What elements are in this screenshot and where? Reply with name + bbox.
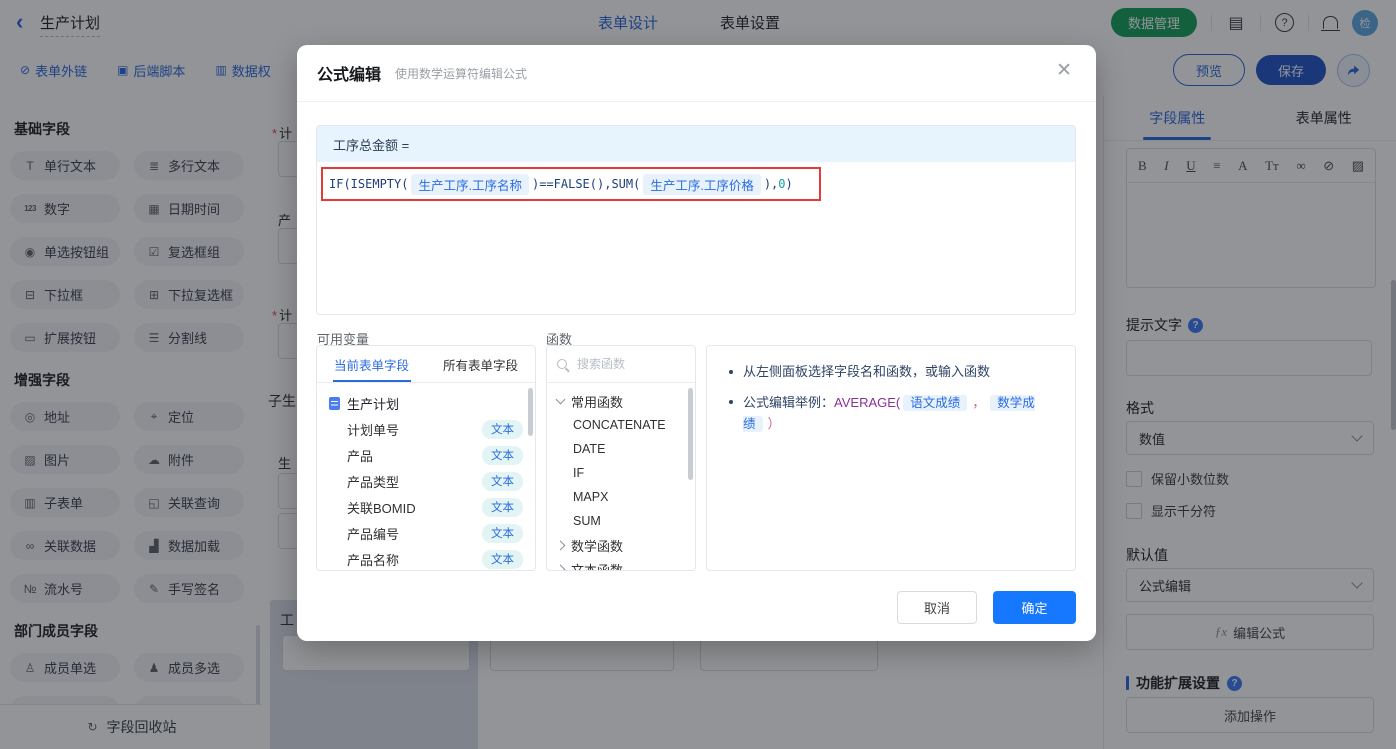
- function-item[interactable]: MAPX: [547, 485, 695, 509]
- formula-token: ）: [767, 416, 781, 431]
- variable-root-label: 生产计划: [347, 396, 400, 412]
- function-group[interactable]: 数学函数: [547, 533, 695, 557]
- field-chip[interactable]: 语文成绩: [903, 395, 968, 411]
- formula-token: ),: [763, 177, 779, 191]
- function-item[interactable]: DATE: [547, 437, 695, 461]
- variable-row[interactable]: 计划单号 文本: [317, 416, 535, 442]
- modal-subtitle: 使用数学运算符编辑公式: [395, 66, 528, 81]
- field-type-badge: 文本: [482, 523, 523, 543]
- modal-title: 公式编辑: [317, 67, 382, 84]
- formula-annotation-box: IF(ISEMPTY(生产工序.工序名称)==FALSE(),SUM(生产工序.…: [321, 167, 821, 201]
- chevron-icon: [555, 394, 566, 405]
- variables-scrollbar-thumb[interactable]: [528, 388, 533, 436]
- function-item[interactable]: SUM: [547, 509, 695, 533]
- formula-token: IF(ISEMPTY(: [329, 177, 409, 191]
- variable-root-node[interactable]: 生产计划: [317, 390, 535, 416]
- function-group[interactable]: 常用函数: [547, 389, 695, 413]
- search-icon: [557, 359, 567, 369]
- function-item[interactable]: IF: [547, 461, 695, 485]
- variable-row[interactable]: 产品名称 文本: [317, 546, 535, 570]
- formula-target-bar: 工序总金额 =: [317, 126, 1075, 162]
- variable-row[interactable]: 产品类型 文本: [317, 468, 535, 494]
- formula-token: )==FALSE(),SUM(: [531, 177, 641, 191]
- variable-name: 关联BOMID: [347, 500, 416, 516]
- variable-row[interactable]: 关联BOMID 文本: [317, 494, 535, 520]
- variable-row[interactable]: 产品 文本: [317, 442, 535, 468]
- variables-panel: 当前表单字段 所有表单字段 生产计划 计划单号 文本 产品 文本 产品类型 文本 关联BOMID…: [316, 345, 536, 571]
- modal-header: 公式编辑 使用数学运算符编辑公式 ✕: [297, 45, 1096, 102]
- field-type-badge: 文本: [482, 445, 523, 465]
- formula-editor-modal: 公式编辑 使用数学运算符编辑公式 ✕ 工序总金额 = IF(ISEMPTY(生产…: [297, 45, 1096, 641]
- app-window: ‹ 生产计划 表单设计 表单设置 数据管理 ▤ ? 检 ⊘ 表单外链 ▣ 后端脚本 ▥ 数据…: [0, 0, 1396, 749]
- hint-example-line: 公式编辑举例：AVERAGE(语文成绩，数学成绩）: [729, 392, 1065, 434]
- function-search: [547, 346, 695, 383]
- formula-target-label: 工序总金额 =: [333, 137, 410, 153]
- field-chip[interactable]: 生产工序.工序名称: [411, 173, 529, 195]
- variable-name: 计划单号: [347, 422, 400, 438]
- formula-token: AVERAGE(: [834, 395, 901, 410]
- variable-name: 产品: [347, 448, 374, 464]
- variables-tab[interactable]: 当前表单字段: [317, 346, 426, 382]
- variables-tabs: 当前表单字段 所有表单字段: [317, 346, 535, 383]
- hints-panel: 从左侧面板选择字段名和函数，或输入函数 公式编辑举例：AVERAGE(语文成绩 ，…: [706, 345, 1076, 571]
- field-chip[interactable]: 生产工序.工序价格: [643, 173, 761, 195]
- field-type-badge: 文本: [482, 549, 523, 569]
- function-group-label: 常用函数: [571, 394, 624, 410]
- function-group[interactable]: 文本函数: [547, 557, 695, 571]
- functions-scrollbar-thumb[interactable]: [688, 388, 693, 480]
- variable-name: 产品类型: [347, 474, 400, 490]
- formula-token: 0: [778, 177, 786, 191]
- chevron-icon: [555, 540, 566, 550]
- function-item[interactable]: CONCATENATE: [547, 413, 695, 437]
- variables-list: 生产计划 计划单号 文本 产品 文本 产品类型 文本 关联BOMID 文本 产品编号 文本 产品名称文…: [317, 383, 535, 570]
- function-group-label: 数学函数: [571, 538, 624, 554]
- formula-editor-box[interactable]: 工序总金额 = IF(ISEMPTY(生产工序.工序名称)==FALSE(),S…: [316, 125, 1076, 315]
- formula-token: 公式编辑举例：: [743, 395, 835, 410]
- chevron-icon: [555, 564, 566, 570]
- functions-list: 常用函数 CONCATENATE DATE IF MAPX SUM 数学函数文本函数: [547, 383, 695, 571]
- form-doc-icon: [329, 396, 340, 410]
- variable-row[interactable]: 产品编号 文本: [317, 520, 535, 546]
- field-type-badge: 文本: [482, 419, 523, 439]
- variable-name: 产品编号: [347, 526, 400, 542]
- cancel-button[interactable]: 取消: [897, 591, 977, 624]
- close-icon[interactable]: ✕: [1056, 61, 1072, 81]
- hint-line: 从左侧面板选择字段名和函数，或输入函数: [729, 362, 1065, 382]
- functions-panel: 常用函数 CONCATENATEDATEIFMAPXSUM 数学函数文本函数: [546, 345, 696, 571]
- formula-token: ，: [972, 395, 986, 410]
- variable-name: 产品名称: [347, 552, 400, 568]
- field-type-badge: 文本: [482, 471, 523, 491]
- hints-list: 从左侧面板选择字段名和函数，或输入函数 公式编辑举例：AVERAGE(语文成绩 ，…: [707, 346, 1075, 434]
- confirm-button[interactable]: 确定: [993, 591, 1076, 624]
- function-group-label: 文本函数: [571, 562, 624, 571]
- function-search-input[interactable]: [575, 356, 685, 372]
- formula-token: ): [785, 177, 793, 191]
- field-type-badge: 文本: [482, 497, 523, 517]
- variables-tab[interactable]: 所有表单字段: [426, 346, 535, 382]
